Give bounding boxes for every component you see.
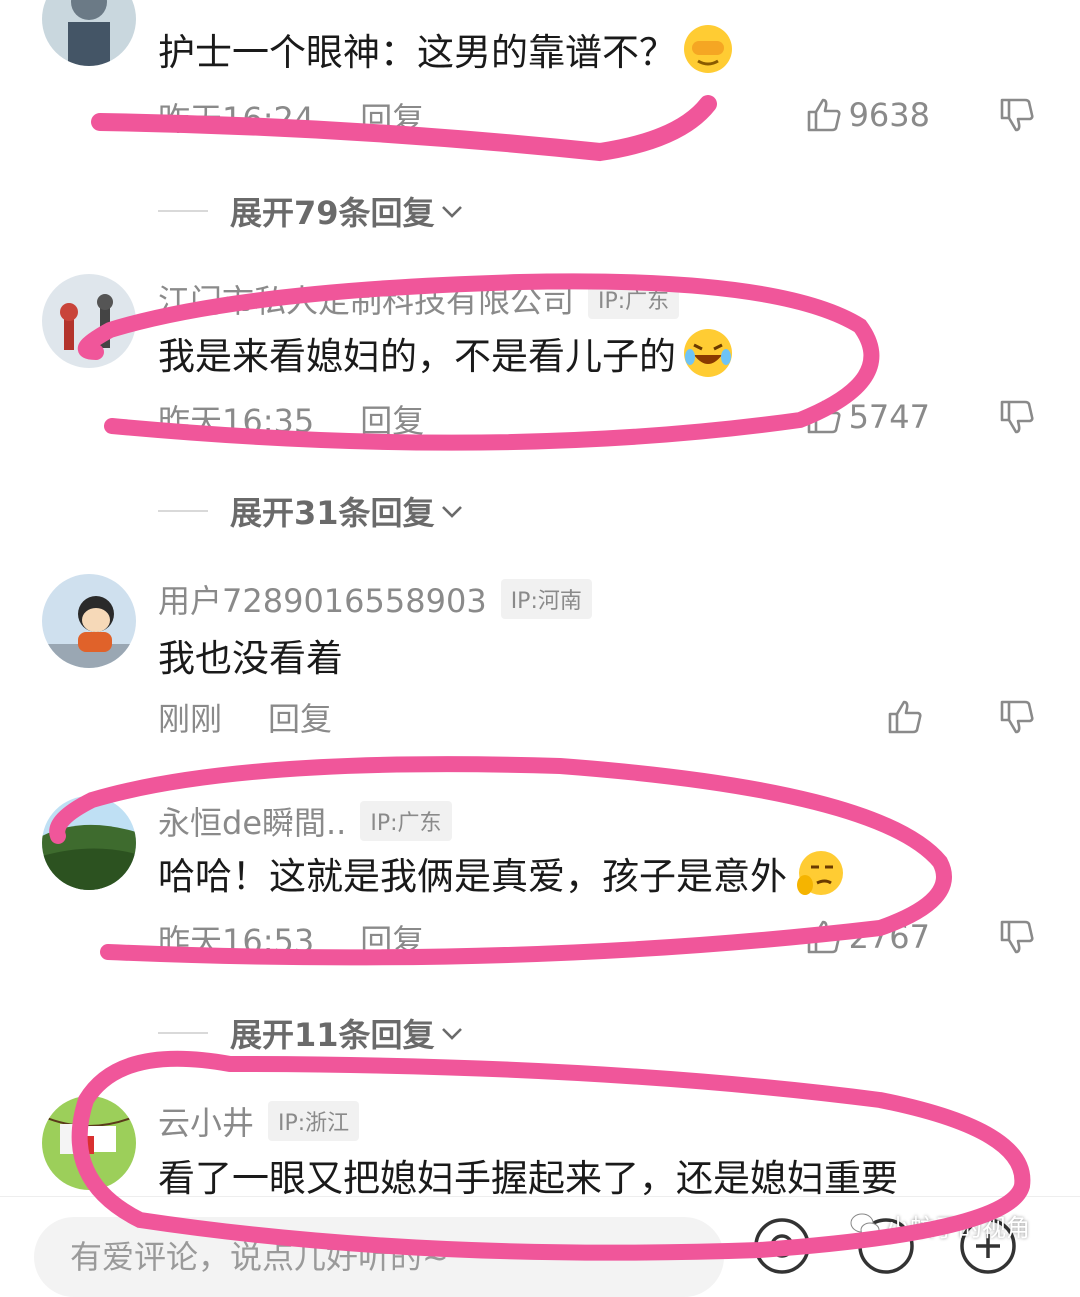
thumbs-up-icon <box>807 98 841 132</box>
like-count: 5747 <box>848 398 930 436</box>
like-count: 9638 <box>848 96 930 134</box>
wechat-icon <box>850 1213 880 1237</box>
username[interactable]: 江门市私人定制科技有限公司 <box>158 276 574 322</box>
thumbs-down-icon <box>1000 700 1034 734</box>
expand-replies-button[interactable]: 展开31条回复 <box>158 488 465 534</box>
comment-text-content: 我也没看着 <box>158 637 343 680</box>
avatar[interactable] <box>42 574 136 668</box>
like-button[interactable] <box>886 698 930 736</box>
comment-text-content: 我是来看媳妇的，不是看儿子的 <box>158 335 676 378</box>
comment-time: 刚刚 <box>158 700 223 738</box>
comment-meta: 刚刚 回复 <box>158 694 332 740</box>
comment-time: 昨天16:53 <box>158 922 315 960</box>
username[interactable]: 云小井 <box>158 1098 254 1144</box>
reply-button[interactable]: 回复 <box>360 916 424 962</box>
comment-text: 我也没看着 <box>158 628 343 682</box>
expand-replies-label: 展开11条回复 <box>230 1016 435 1054</box>
dislike-button[interactable] <box>998 398 1036 440</box>
comment-input-placeholder: 有爱评论，说点儿好听的~ <box>70 1238 449 1276</box>
thumbs-up-icon <box>807 400 841 434</box>
at-mention-icon[interactable] <box>752 1216 812 1276</box>
ip-badge: IP:浙江 <box>268 1101 360 1141</box>
divider-line <box>158 210 208 212</box>
avatar[interactable] <box>42 796 136 890</box>
comment-text: 哈哈！这就是我俩是真爱，孩子是意外 <box>158 846 845 900</box>
expand-replies-label: 展开79条回复 <box>230 194 435 232</box>
ip-badge: IP:广东 <box>360 801 452 841</box>
watermark-text: 小蚊子的视角 <box>886 1214 1030 1242</box>
ip-badge: IP:广东 <box>588 279 680 319</box>
expand-replies-button[interactable]: 展开11条回复 <box>158 1010 465 1056</box>
comment-text: 我是来看媳妇的，不是看儿子的 <box>158 326 734 380</box>
username[interactable]: 用户7289016558903 <box>158 576 487 622</box>
covering-face-emoji-icon <box>684 25 732 73</box>
chevron-down-icon <box>441 1028 462 1040</box>
expand-replies-button[interactable]: 展开79条回复 <box>158 188 465 234</box>
user-row: 永恒de瞬間.. IP:广东 <box>158 798 452 844</box>
dislike-button[interactable] <box>998 918 1036 960</box>
chevron-down-icon <box>441 506 462 518</box>
dislike-button[interactable] <box>998 698 1036 740</box>
like-count: 2767 <box>848 918 930 956</box>
thumbs-up-icon <box>888 700 922 734</box>
comment-text: 看了一眼又把媳妇手握起来了，还是媳妇重要 <box>158 1148 898 1202</box>
comment-text: 护士一个眼神：这男的靠谱不？ <box>158 22 734 76</box>
like-button[interactable]: 5747 <box>805 398 930 436</box>
reply-button[interactable]: 回复 <box>360 94 424 140</box>
reply-button[interactable]: 回复 <box>268 694 332 740</box>
comment-meta: 昨天16:24 回复 <box>158 94 424 140</box>
thumbs-down-icon <box>1000 920 1034 954</box>
divider-line <box>158 510 208 512</box>
like-button[interactable]: 9638 <box>805 96 930 134</box>
reply-button[interactable]: 回复 <box>360 396 424 442</box>
thumbs-down-icon <box>1000 400 1034 434</box>
divider-line <box>158 1032 208 1034</box>
ip-badge: IP:河南 <box>500 579 592 619</box>
comment-text-content: 哈哈！这就是我俩是真爱，孩子是意外 <box>158 855 787 898</box>
thumbs-up-icon <box>807 920 841 954</box>
chevron-down-icon <box>441 206 462 218</box>
smirk-thinking-emoji-icon <box>797 851 843 895</box>
dislike-button[interactable] <box>998 96 1036 138</box>
avatar[interactable] <box>42 274 136 368</box>
comment-time: 昨天16:24 <box>158 100 315 138</box>
user-row: 云小井 IP:浙江 <box>158 1098 360 1144</box>
comment-meta: 昨天16:35 回复 <box>158 396 424 442</box>
expand-replies-label: 展开31条回复 <box>230 494 435 532</box>
laughing-tears-emoji-icon <box>684 329 732 377</box>
watermark: 小蚊子的视角 <box>850 1208 1030 1243</box>
comment-time: 昨天16:35 <box>158 402 315 440</box>
comment-text-content: 看了一眼又把媳妇手握起来了，还是媳妇重要 <box>158 1157 898 1200</box>
user-row: 用户7289016558903 IP:河南 <box>158 576 592 622</box>
avatar[interactable] <box>42 0 136 66</box>
username[interactable]: 永恒de瞬間.. <box>158 798 346 844</box>
comment-meta: 昨天16:53 回复 <box>158 916 424 962</box>
user-row: 江门市私人定制科技有限公司 IP:广东 <box>158 276 680 322</box>
thumbs-down-icon <box>1000 98 1034 132</box>
avatar[interactable] <box>42 1096 136 1190</box>
comment-text-content: 护士一个眼神：这男的靠谱不？ <box>158 31 676 74</box>
like-button[interactable]: 2767 <box>805 918 930 956</box>
